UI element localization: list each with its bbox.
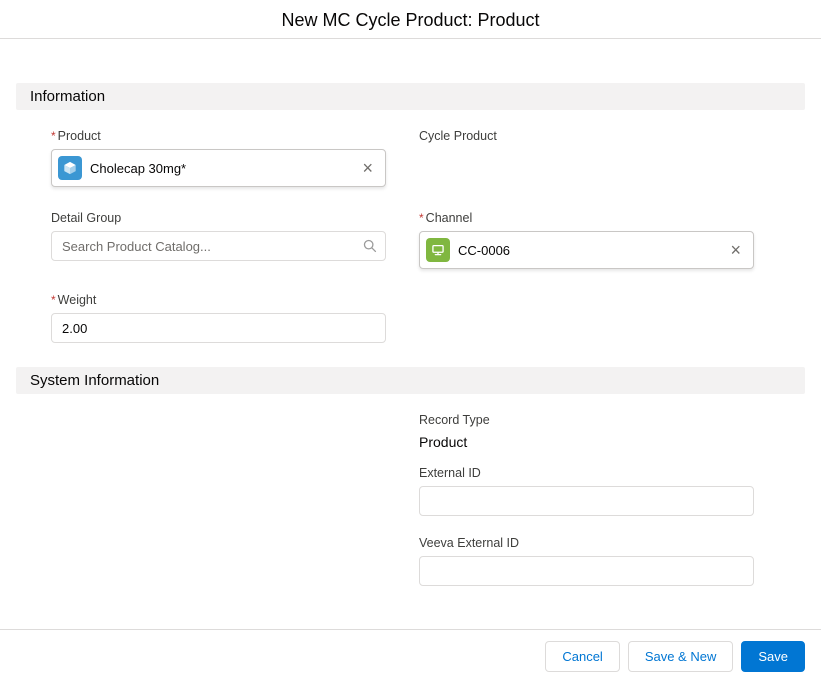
- modal-title: New MC Cycle Product: Product: [281, 10, 540, 30]
- product-label: * Product: [51, 129, 101, 143]
- required-star: *: [51, 293, 56, 307]
- cycle-product-label: Cycle Product: [419, 129, 497, 143]
- save-button[interactable]: Save: [741, 641, 805, 672]
- veeva-external-id-label: Veeva External ID: [419, 536, 520, 550]
- section-header-system: System Information: [16, 367, 805, 394]
- channel-clear-button[interactable]: ×: [726, 239, 745, 261]
- modal-body: Information * Product Cholecap 30mg* × C…: [0, 39, 821, 606]
- weight-input[interactable]: [51, 313, 386, 343]
- section-header-information: Information: [16, 83, 805, 110]
- search-icon: [363, 239, 377, 253]
- record-type-value: Product: [419, 434, 468, 450]
- product-clear-button[interactable]: ×: [358, 157, 377, 179]
- external-id-label: External ID: [419, 466, 481, 480]
- required-star: *: [419, 211, 424, 225]
- field-cycle-product: Cycle Product: [419, 129, 754, 149]
- external-id-input[interactable]: [419, 486, 754, 516]
- information-fields: *Product Cholecap 30mg* × Cycle Product: [16, 110, 805, 367]
- modal-footer: Cancel Save & New Save: [0, 629, 821, 683]
- field-channel: * Channel CC-0006 ×: [419, 211, 754, 269]
- field-external-id: External ID: [419, 466, 754, 516]
- veeva-external-id-input[interactable]: [419, 556, 754, 586]
- modal-header: New MC Cycle Product: Product: [0, 0, 821, 39]
- channel-icon: [426, 238, 450, 262]
- field-weight: * Weight: [51, 293, 386, 343]
- detail-group-label: Detail Group: [51, 211, 122, 225]
- channel-lookup-pill[interactable]: CC-0006 ×: [419, 231, 754, 269]
- product-icon: [58, 156, 82, 180]
- new-record-modal: New MC Cycle Product: Product Informatio…: [0, 0, 821, 683]
- required-star: *: [51, 129, 56, 143]
- record-type-label: Record Type: [419, 413, 490, 427]
- system-right-column: Record Type Product External ID Veeva Ex…: [419, 413, 754, 606]
- product-lookup-pill[interactable]: Cholecap 30mg* ×: [51, 149, 386, 187]
- weight-label: * Weight: [51, 293, 97, 307]
- field-detail-group: Detail Group: [51, 211, 386, 261]
- channel-label: * Channel: [419, 211, 473, 225]
- product-lookup-value: Cholecap 30mg*: [90, 160, 187, 176]
- field-product: * Product Cholecap 30mg* ×: [51, 129, 386, 187]
- field-record-type: Record Type Product: [419, 413, 754, 451]
- system-fields: Record Type Product External ID Veeva Ex…: [16, 394, 805, 606]
- detail-group-search-input[interactable]: [51, 231, 386, 261]
- field-veeva-external-id: Veeva External ID: [419, 536, 754, 586]
- save-and-new-button[interactable]: Save & New: [627, 641, 734, 672]
- cancel-button[interactable]: Cancel: [545, 641, 620, 672]
- channel-lookup-value: CC-0006: [458, 242, 511, 258]
